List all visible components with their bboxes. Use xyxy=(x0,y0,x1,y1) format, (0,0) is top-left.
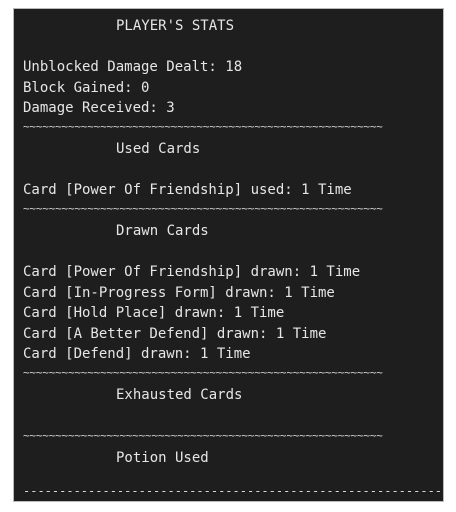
stat-unblocked-damage: Unblocked Damage Dealt: 18 xyxy=(23,59,243,75)
drawn-card-line: Card [Power Of Friendship] drawn: 1 Time xyxy=(23,264,361,280)
stat-damage-received: Damage Received: 3 xyxy=(23,100,175,116)
drawn-card-line: Card [In-Progress Form] drawn: 1 Time xyxy=(23,285,335,301)
separator-line: ~~~~~~~~~~~~~~~~~~~~~~~~~~~~~~~~~~~~~~~~… xyxy=(23,120,383,133)
drawn-card-line: Card [Defend] drawn: 1 Time xyxy=(23,346,251,362)
separator-line: ~~~~~~~~~~~~~~~~~~~~~~~~~~~~~~~~~~~~~~~~… xyxy=(23,429,383,442)
separator-line: ~~~~~~~~~~~~~~~~~~~~~~~~~~~~~~~~~~~~~~~~… xyxy=(23,366,383,379)
drawn-card-line: Card [A Better Defend] drawn: 1 Time xyxy=(23,326,327,342)
console-window: PLAYER'S STATS Unblocked Damage Dealt: 1… xyxy=(13,8,444,502)
stats-title: PLAYER'S STATS xyxy=(116,18,235,34)
separator-line: ~~~~~~~~~~~~~~~~~~~~~~~~~~~~~~~~~~~~~~~~… xyxy=(23,202,383,215)
drawn-card-line: Card [Hold Place] drawn: 1 Time xyxy=(23,305,285,321)
exhausted-cards-heading: Exhausted Cards xyxy=(116,387,243,403)
stat-block-gained: Block Gained: 0 xyxy=(23,80,150,96)
bottom-rule: ----------------------------------------… xyxy=(23,484,444,498)
drawn-cards-heading: Drawn Cards xyxy=(116,223,209,239)
used-card-line: Card [Power Of Friendship] used: 1 Time xyxy=(23,182,352,198)
used-cards-heading: Used Cards xyxy=(116,141,201,157)
potion-used-heading: Potion Used xyxy=(116,450,209,466)
